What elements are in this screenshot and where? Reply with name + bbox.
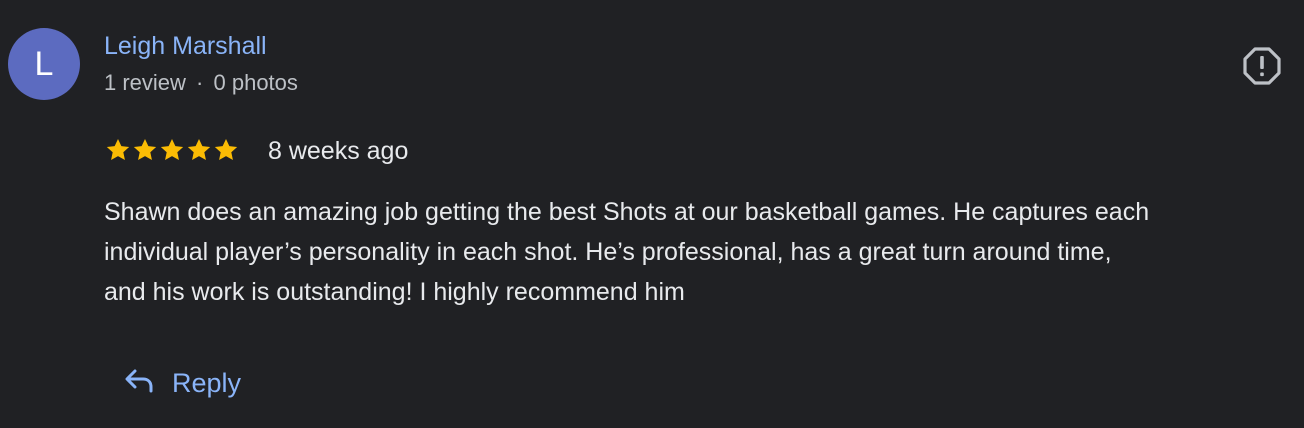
star-icon — [185, 135, 212, 165]
report-flag-icon — [1242, 46, 1282, 91]
reply-arrow-icon — [124, 368, 154, 399]
report-review-button[interactable] — [1240, 46, 1284, 90]
reply-button[interactable]: Reply — [112, 356, 253, 410]
star-icon — [104, 135, 131, 165]
star-icon — [131, 135, 158, 165]
star-icon — [158, 135, 185, 165]
review-text-line: Shawn does an amazing job getting the be… — [104, 198, 1150, 226]
review-count: 1 review — [104, 70, 186, 95]
review-text: Shawn does an amazing job getting the be… — [104, 192, 1304, 312]
meta-separator: · — [196, 70, 204, 95]
review-text-line: and his work is outstanding! I highly re… — [104, 278, 685, 306]
reply-label: Reply — [172, 367, 242, 398]
avatar[interactable]: L — [8, 28, 80, 100]
review-text-line: individual player’s personality in each … — [104, 238, 1112, 266]
reviewer-name-link[interactable]: Leigh Marshall — [104, 32, 267, 61]
review-card: L Leigh Marshall 1 review · 0 photos 8 w… — [0, 0, 1304, 428]
review-date: 8 weeks ago — [268, 137, 409, 165]
photo-count: 0 photos — [213, 70, 298, 95]
star-icon — [212, 135, 239, 165]
reviewer-meta: 1 review · 0 photos — [104, 70, 298, 96]
star-rating — [104, 135, 239, 167]
